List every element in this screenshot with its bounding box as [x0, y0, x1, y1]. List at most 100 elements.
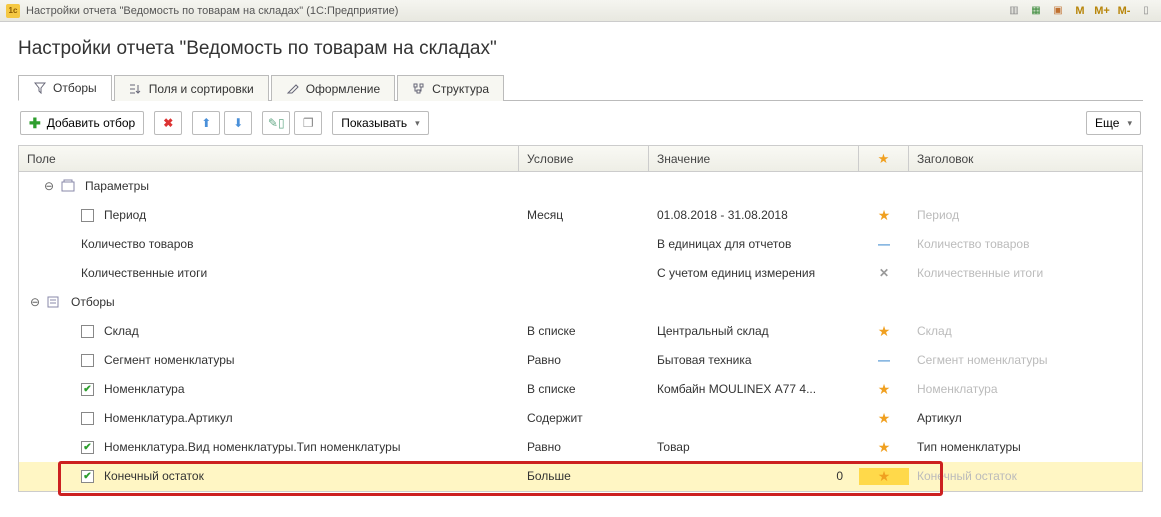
- condition-cell[interactable]: В списке: [519, 382, 649, 396]
- condition-cell[interactable]: Месяц: [519, 208, 649, 222]
- value-cell[interactable]: 01.08.2018 - 31.08.2018: [649, 208, 859, 222]
- value-cell[interactable]: 0: [649, 469, 859, 483]
- table-row[interactable]: Период Месяц 01.08.2018 - 31.08.2018 ★ П…: [19, 201, 1142, 230]
- dash-icon: —: [878, 237, 890, 251]
- group-row-filters[interactable]: ⊖ Отборы: [19, 288, 1142, 317]
- star-cell[interactable]: ★: [859, 410, 909, 427]
- star-cell[interactable]: ★: [859, 439, 909, 456]
- value-cell[interactable]: Комбайн MOULINEX А77 4...: [649, 382, 859, 396]
- collapse-icon[interactable]: ⊖: [43, 180, 55, 192]
- checkbox[interactable]: [81, 354, 94, 367]
- show-dropdown-button[interactable]: Показывать ▾: [332, 111, 428, 135]
- button-label: Показывать: [341, 116, 407, 130]
- title-cell[interactable]: Тип номенклатуры: [917, 440, 1021, 454]
- star-icon: ★: [878, 207, 891, 224]
- toolbar-extra-icon[interactable]: ▯: [1137, 3, 1155, 19]
- condition-cell[interactable]: Равно: [519, 353, 649, 367]
- table-row[interactable]: Номенклатура В списке Комбайн MOULINEX А…: [19, 375, 1142, 404]
- star-cell[interactable]: —: [859, 237, 909, 251]
- arrow-down-icon: ⬇: [233, 116, 243, 130]
- m-button[interactable]: M: [1071, 3, 1089, 19]
- group-row-params[interactable]: ⊖ Параметры: [19, 172, 1142, 201]
- table-row[interactable]: Количество товаров В единицах для отчето…: [19, 230, 1142, 259]
- table-row[interactable]: Номенклатура.Артикул Содержит ★ Артикул: [19, 404, 1142, 433]
- m-minus-button[interactable]: M-: [1115, 3, 1133, 19]
- checkbox[interactable]: [81, 383, 94, 396]
- copy-icon: ❐: [303, 116, 314, 130]
- checkbox[interactable]: [81, 209, 94, 222]
- chevron-down-icon: ▾: [1127, 118, 1132, 129]
- move-up-button[interactable]: ⬆: [192, 111, 220, 135]
- brush-icon: [286, 82, 300, 96]
- header-field[interactable]: Поле: [19, 146, 519, 171]
- copy-button[interactable]: ❐: [294, 111, 322, 135]
- star-icon: ★: [878, 468, 891, 485]
- value-cell[interactable]: Бытовая техника: [649, 353, 859, 367]
- tab-label: Отборы: [53, 81, 97, 95]
- chevron-down-icon: ▾: [415, 118, 420, 129]
- value-cell[interactable]: С учетом единиц измерения: [649, 266, 859, 280]
- m-plus-button[interactable]: M+: [1093, 3, 1111, 19]
- list-sort-icon: [129, 82, 143, 96]
- star-cell[interactable]: ★: [859, 323, 909, 340]
- title-cell[interactable]: Количество товаров: [917, 237, 1029, 251]
- header-condition[interactable]: Условие: [519, 146, 649, 171]
- star-cell[interactable]: —: [859, 353, 909, 367]
- move-down-button[interactable]: ⬇: [224, 111, 252, 135]
- star-cell[interactable]: ★: [859, 381, 909, 398]
- value-cell[interactable]: Центральный склад: [649, 324, 859, 338]
- star-cell[interactable]: ★: [859, 207, 909, 224]
- title-cell[interactable]: Период: [917, 208, 959, 222]
- header-value[interactable]: Значение: [649, 146, 859, 171]
- toolbar: ✚ Добавить отбор ✖ ⬆ ⬇ ✎▯ ❐ Показывать ▾: [18, 101, 1143, 145]
- value-cell[interactable]: В единицах для отчетов: [649, 237, 859, 251]
- condition-cell[interactable]: Содержит: [519, 411, 649, 425]
- header-star[interactable]: ★: [859, 146, 909, 171]
- tab-label: Структура: [432, 82, 489, 96]
- star-cell[interactable]: ★: [859, 468, 909, 485]
- edit-icon: ✎▯: [268, 116, 285, 130]
- table-row-selected[interactable]: Конечный остаток Больше 0 ★ Конечный ост…: [19, 462, 1142, 491]
- checkbox[interactable]: [81, 325, 94, 338]
- edit-button[interactable]: ✎▯: [262, 111, 290, 135]
- tab-format[interactable]: Оформление: [271, 75, 395, 101]
- field-name: Номенклатура: [104, 382, 185, 396]
- title-cell[interactable]: Сегмент номенклатуры: [917, 353, 1048, 367]
- star-cell[interactable]: ✕: [859, 266, 909, 280]
- table-row[interactable]: Номенклатура.Вид номенклатуры.Тип номенк…: [19, 433, 1142, 462]
- table-row[interactable]: Количественные итоги С учетом единиц изм…: [19, 259, 1142, 288]
- params-group-icon: [61, 179, 77, 193]
- tab-fields[interactable]: Поля и сортировки: [114, 75, 269, 101]
- title-cell[interactable]: Артикул: [917, 411, 962, 425]
- value-cell[interactable]: Товар: [649, 440, 859, 454]
- condition-cell[interactable]: Больше: [519, 469, 649, 483]
- star-icon: ★: [878, 323, 891, 340]
- checkbox[interactable]: [81, 412, 94, 425]
- field-name: Сегмент номенклатуры: [104, 353, 235, 367]
- page-title: Настройки отчета "Ведомость по товарам н…: [18, 38, 1143, 60]
- x-icon: ✕: [879, 266, 889, 280]
- document-icon[interactable]: ▥: [1005, 3, 1023, 19]
- calendar-icon[interactable]: ▣: [1049, 3, 1067, 19]
- calculator-icon[interactable]: ▦: [1027, 3, 1045, 19]
- condition-cell[interactable]: В списке: [519, 324, 649, 338]
- grid-header: Поле Условие Значение ★ Заголовок: [19, 146, 1142, 172]
- table-row[interactable]: Склад В списке Центральный склад ★ Склад: [19, 317, 1142, 346]
- header-title[interactable]: Заголовок: [909, 146, 1142, 171]
- title-cell[interactable]: Склад: [917, 324, 952, 338]
- tab-structure[interactable]: Структура: [397, 75, 504, 101]
- condition-cell[interactable]: Равно: [519, 440, 649, 454]
- title-cell[interactable]: Конечный остаток: [917, 469, 1017, 483]
- title-cell[interactable]: Количественные итоги: [917, 266, 1043, 280]
- tab-filters[interactable]: Отборы: [18, 75, 112, 101]
- table-row[interactable]: Сегмент номенклатуры Равно Бытовая техни…: [19, 346, 1142, 375]
- collapse-icon[interactable]: ⊖: [29, 296, 41, 308]
- checkbox[interactable]: [81, 470, 94, 483]
- funnel-icon: [33, 81, 47, 95]
- delete-button[interactable]: ✖: [154, 111, 182, 135]
- add-filter-button[interactable]: ✚ Добавить отбор: [20, 111, 144, 135]
- title-cell[interactable]: Номенклатура: [917, 382, 998, 396]
- checkbox[interactable]: [81, 441, 94, 454]
- titlebar-toolbar: ▥ ▦ ▣ M M+ M- ▯: [1005, 3, 1155, 19]
- more-dropdown-button[interactable]: Еще ▾: [1086, 111, 1141, 135]
